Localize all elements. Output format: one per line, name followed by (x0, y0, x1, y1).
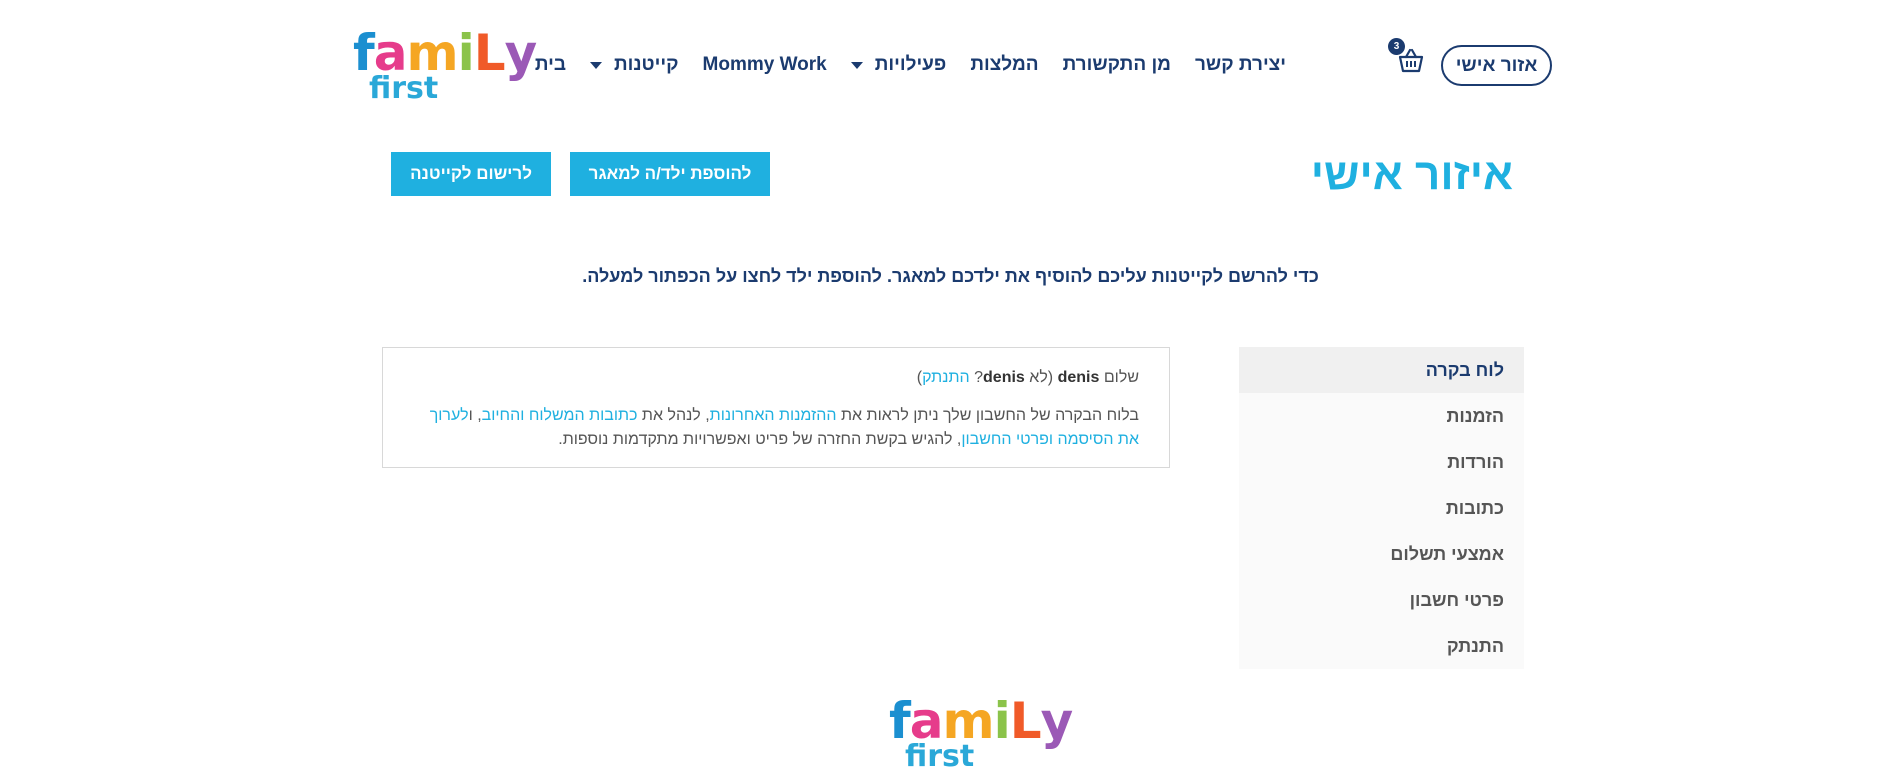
addresses-link[interactable]: כתובות המשלוח והחיוב (482, 407, 638, 424)
greeting-line: שלום denis (לא denis? התנתק) (413, 366, 1139, 390)
register-camp-button[interactable]: לרישום לקייטנה (391, 152, 551, 196)
desc-text-5: , להגיש בקשת החזרה של פריט ואפשרויות מתק… (558, 431, 962, 448)
logo-letter: L (1009, 692, 1042, 750)
sidebar-item[interactable]: אמצעי תשלום (1239, 531, 1524, 577)
nav-item[interactable]: יצירת קשר (1183, 48, 1298, 82)
sidebar-item[interactable]: התנתק (1239, 623, 1524, 669)
sidebar-item[interactable]: הורדות (1239, 439, 1524, 485)
account-details-link[interactable]: ופרטי החשבון (961, 431, 1053, 448)
desc-text-2: , לנהל את (637, 407, 710, 424)
logo-letter: i (993, 692, 1011, 750)
nav-item[interactable]: בית (523, 48, 578, 82)
desc-text-3: , ו (468, 407, 482, 424)
main-nav: בית קייטנות Mommy Work פעילויות המלצות מן התק… (523, 48, 1298, 82)
nav-item-label: המלצות (970, 54, 1039, 75)
add-child-button[interactable]: להוספת ילד/ה למאגר (570, 152, 770, 196)
account-area-button[interactable]: אזור אישי (1441, 45, 1552, 86)
desc-text-1: בלוח הבקרה של החשבון שלך ניתן לראות את (836, 407, 1139, 424)
notice-text: כדי להרשם לקייטנות עליכם להוסיף את ילדכם… (0, 266, 1901, 287)
nav-item-label: Mommy Work (702, 54, 827, 75)
site-header: famiLy first בית קייטנות Mommy Work פעילויו… (0, 0, 1901, 130)
page-title: איזור אישי (1310, 150, 1513, 199)
question-mark: ? (974, 369, 984, 386)
sidebar-item[interactable]: פרטי חשבון (1239, 577, 1524, 623)
username: denis (1057, 369, 1100, 386)
nav-item[interactable]: קייטנות (578, 48, 691, 82)
nav-item[interactable]: פעילויות (839, 48, 959, 82)
nav-item[interactable]: המלצות (958, 48, 1050, 82)
nav-item-label: מן התקשורת (1062, 54, 1171, 75)
sidebar-item[interactable]: הזמנות (1239, 393, 1524, 439)
dashboard-description: בלוח הבקרה של החשבון שלך ניתן לראות את ה… (413, 404, 1139, 452)
chevron-down-icon (850, 61, 863, 69)
nav-item-label: יצירת קשר (1194, 54, 1286, 75)
cart-count-badge: 3 (1388, 38, 1405, 55)
logo-letter: i (457, 24, 475, 82)
nav-item-label: קייטנות (613, 54, 679, 75)
not-prefix: (לא (1029, 369, 1054, 386)
logo-letter: y (1040, 692, 1074, 750)
footer-logo[interactable]: famiLy first (889, 692, 1074, 772)
sidebar-item[interactable]: לוח בקרה (1239, 347, 1524, 393)
nav-item-label: פעילויות (874, 54, 947, 75)
nav-item[interactable]: Mommy Work (691, 48, 839, 82)
nav-item-label: בית (534, 54, 566, 75)
chevron-down-icon (589, 61, 602, 69)
logout-link[interactable]: התנתק (922, 369, 970, 386)
nav-item[interactable]: מן התקשורת (1051, 48, 1183, 82)
site-logo[interactable]: famiLy first (353, 24, 537, 104)
notice-message: כדי להרשם לקייטנות עליכם להוסיף את ילדכם… (582, 266, 1319, 286)
sidebar-item[interactable]: כתובות (1239, 485, 1524, 531)
username-repeat: denis (983, 369, 1025, 386)
greeting-prefix: שלום (1103, 369, 1139, 386)
account-sidebar: לוח בקרה הזמנות הורדות כתובות אמצעי תשלום פרט… (1239, 347, 1524, 669)
recent-orders-link[interactable]: ההזמנות האחרונות (710, 407, 837, 424)
dashboard-content: שלום denis (לא denis? התנתק) בלוח הבקרה … (382, 347, 1170, 468)
logo-letter: L (473, 24, 506, 82)
